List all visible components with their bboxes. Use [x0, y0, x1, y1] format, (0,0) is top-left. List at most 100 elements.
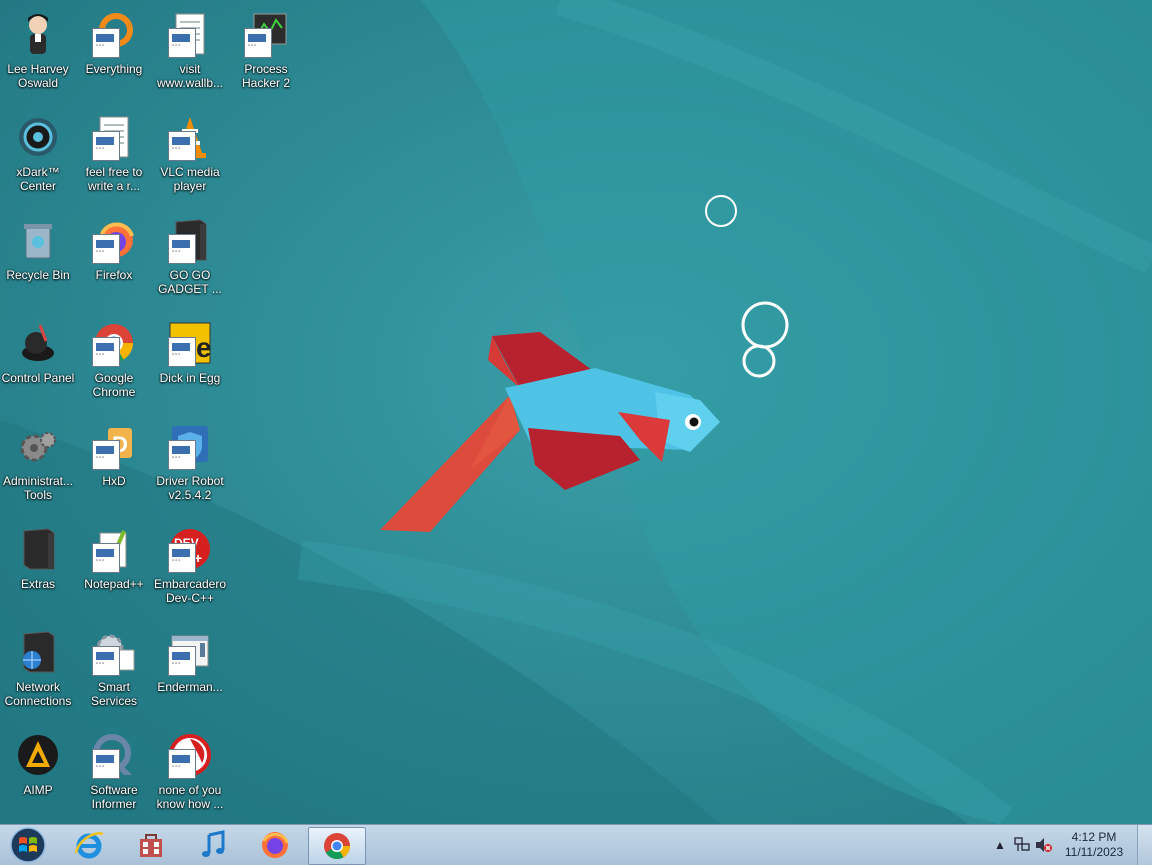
desktop-icon-network-connections[interactable]: Network Connections [0, 622, 76, 722]
hxd-hex-editor-icon: D [90, 422, 138, 470]
aimp-player-icon [14, 731, 62, 779]
window-app-icon [166, 628, 214, 676]
desktop-icon-label: Embarcadero Dev-C++ [153, 577, 227, 605]
desktop-icon-firefox[interactable]: Firefox [76, 210, 152, 310]
dick-in-egg-icon: e [166, 319, 214, 367]
text-document-icon [166, 10, 214, 58]
desktop-icon-driver-robot-v2-5-4-2[interactable]: Driver Robot v2.5.4.2 [152, 416, 228, 516]
desktop-icon-notepad[interactable]: Notepad++ [76, 519, 152, 619]
windows-orb-icon [10, 827, 46, 863]
clock-time: 4:12 PM [1071, 830, 1117, 844]
desktop-icon-label: Network Connections [4, 680, 72, 708]
start-button[interactable] [2, 825, 54, 865]
process-hacker-icon [242, 10, 290, 58]
tray-volume-button[interactable] [1033, 825, 1055, 865]
desktop-icon-embarcadero-dev-c[interactable]: DEV+ Embarcadero Dev-C++ [152, 519, 228, 619]
svg-text:e: e [196, 332, 212, 363]
desktop-icon-label: Software Informer [90, 783, 138, 811]
software-informer-icon [90, 731, 138, 779]
desktop-icon-label: visit www.wallb... [156, 62, 224, 90]
show-desktop-button[interactable] [1137, 825, 1152, 865]
text-document-icon [90, 113, 138, 161]
desktop-icon-google-chrome[interactable]: Google Chrome [76, 313, 152, 413]
desktop-icon-label: Smart Services [90, 680, 137, 708]
taskbar-chrome[interactable] [308, 827, 366, 865]
xdark-center-icon [14, 113, 62, 161]
smart-services-gear-icon [90, 628, 138, 676]
desktop-icon-aimp[interactable]: AIMP [0, 725, 76, 825]
taskbar-itunes[interactable] [186, 827, 240, 863]
shortcut-overlay-icon [168, 440, 196, 470]
dev-cpp-icon: DEV+ [166, 525, 214, 573]
desktop-icon-feel-free-to-write-a-r[interactable]: feel free to write a r... [76, 107, 152, 207]
dark-folder-icon [14, 525, 62, 573]
shortcut-overlay-icon [168, 337, 196, 367]
shortcut-overlay-icon [92, 337, 120, 367]
desktop-icon-label: Administrat... Tools [2, 474, 74, 502]
taskbar-clock[interactable]: 4:12 PM 11/11/2023 [1055, 830, 1133, 860]
red-circle-app-icon [166, 731, 214, 779]
volume-muted-icon [1036, 838, 1052, 852]
desktop-icon-label: HxD [102, 474, 126, 488]
desktop-icon-label: Control Panel [1, 371, 75, 385]
desktop-icon-dick-in-egg[interactable]: e Dick in Egg [152, 313, 228, 413]
desktop-icon-xdark-center[interactable]: xDark™ Center [0, 107, 76, 207]
clock-date: 11/11/2023 [1064, 845, 1124, 859]
shortcut-overlay-icon [244, 28, 272, 58]
desktop-icon-enderman[interactable]: Enderman... [152, 622, 228, 722]
desktop-icon-label: Recycle Bin [6, 268, 70, 282]
desktop-icon-label: Firefox [95, 268, 133, 282]
system-tray: ▲ 4:12 PM 11/11/2023 [989, 825, 1152, 865]
chrome-icon [90, 319, 138, 367]
desktop-icon-control-panel[interactable]: Control Panel [0, 313, 76, 413]
vlc-cone-icon [166, 113, 214, 161]
firefox-icon [90, 216, 138, 264]
desktop-icon-smart-services[interactable]: Smart Services [76, 622, 152, 722]
tray-network-button[interactable] [1011, 825, 1033, 865]
desktop-icon-none-of-you-know-how[interactable]: none of you know how ... [152, 725, 228, 825]
desktop-icon-label: GO GO GADGET ... [158, 268, 222, 296]
shortcut-overlay-icon [92, 234, 120, 264]
desktop-icon-everything[interactable]: Everything [76, 4, 152, 104]
control-panel-icon [14, 319, 62, 367]
shortcut-overlay-icon [92, 543, 120, 573]
taskbar-firefox[interactable] [248, 827, 302, 863]
shortcut-overlay-icon [168, 234, 196, 264]
shortcut-overlay-icon [168, 749, 196, 779]
desktop-icon-administrat-tools[interactable]: Administrat... Tools [0, 416, 76, 516]
driver-robot-shield-icon [166, 422, 214, 470]
music-note-icon [202, 830, 225, 857]
desktop-icon-software-informer[interactable]: Software Informer [76, 725, 152, 825]
desktop-icon-label: Extras [20, 577, 55, 591]
desktop-icon-hxd[interactable]: D HxD [76, 416, 152, 516]
desktop-icon-recycle-bin[interactable]: Recycle Bin [0, 210, 76, 310]
shortcut-overlay-icon [92, 440, 120, 470]
firefox-icon [262, 832, 289, 858]
recycle-bin-icon [14, 216, 62, 264]
desktop-icon-visit-www-wallb[interactable]: visit www.wallb... [152, 4, 228, 104]
desktop-icon-label: Driver Robot v2.5.4.2 [156, 474, 224, 502]
shortcut-overlay-icon [168, 543, 196, 573]
taskbar-internet-explorer[interactable] [62, 827, 116, 863]
dark-folder-icon [166, 216, 214, 264]
shortcut-overlay-icon [92, 646, 120, 676]
shortcut-overlay-icon [92, 131, 120, 161]
desktop-icon-vlc-media-player[interactable]: VLC media player [152, 107, 228, 207]
shortcut-overlay-icon [168, 646, 196, 676]
desktop-icon-label: feel free to write a r... [85, 165, 143, 193]
desktop-icon-go-go-gadget[interactable]: GO GO GADGET ... [152, 210, 228, 310]
desktop-icon-lee-harvey-oswald[interactable]: Lee Harvey Oswald [0, 4, 76, 104]
person-avatar-icon [14, 10, 62, 58]
tray-overflow-button[interactable]: ▲ [989, 825, 1011, 865]
network-connections-icon [14, 628, 62, 676]
desktop-icon-label: Notepad++ [84, 577, 144, 591]
chrome-icon [324, 833, 351, 860]
shortcut-overlay-icon [92, 749, 120, 779]
desktop-icon-extras[interactable]: Extras [0, 519, 76, 619]
taskbar-store[interactable] [124, 827, 178, 863]
store-bag-icon [140, 834, 162, 857]
desktop-icon-process-hacker-2[interactable]: Process Hacker 2 [228, 4, 304, 104]
shortcut-overlay-icon [168, 131, 196, 161]
desktop-icon-label: VLC media player [160, 165, 220, 193]
shortcut-overlay-icon [168, 28, 196, 58]
